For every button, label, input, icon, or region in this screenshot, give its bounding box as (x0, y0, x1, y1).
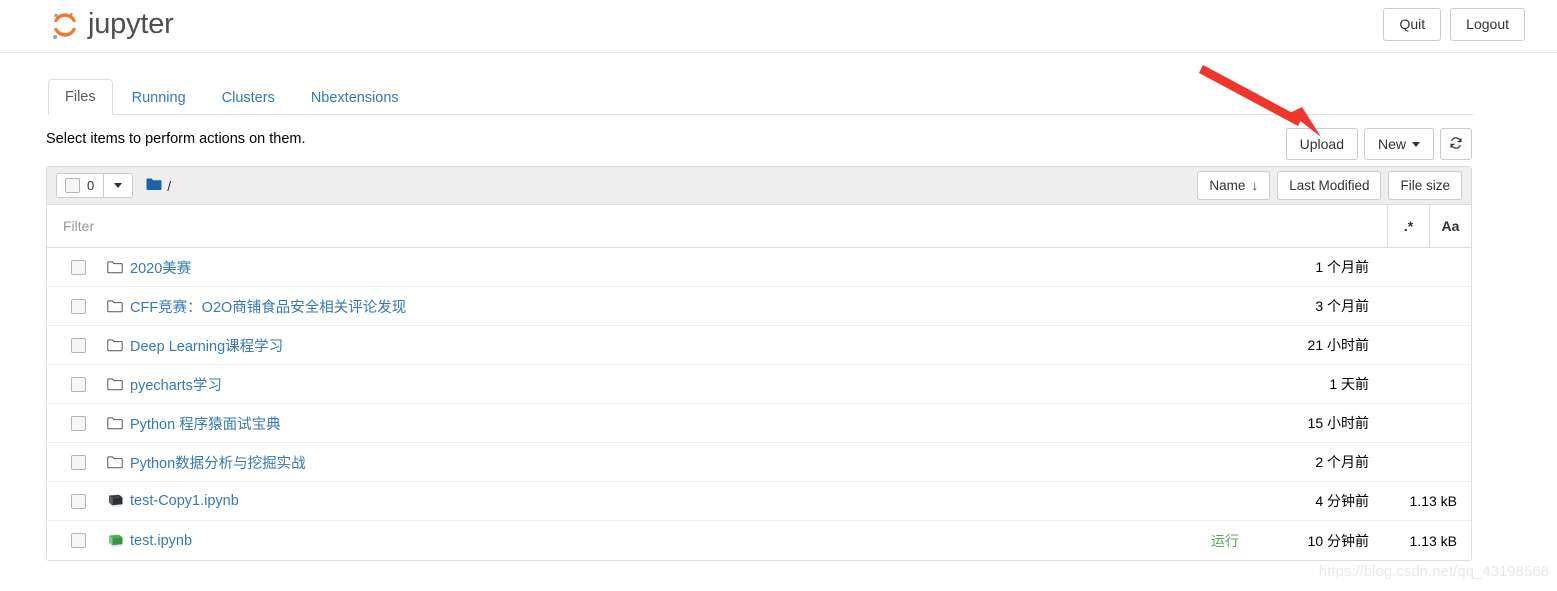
tab-clusters[interactable]: Clusters (205, 80, 292, 115)
new-button[interactable]: New (1363, 128, 1434, 161)
modified-time: 15 小时前 (1307, 415, 1369, 431)
file-name-link[interactable]: test-Copy1.ipynb (130, 493, 239, 509)
selected-count: 0 (87, 178, 95, 193)
sort-by-file-size-button[interactable]: File size (1388, 170, 1462, 201)
filter-row: .* Aa (47, 205, 1471, 248)
row-checkbox[interactable] (71, 493, 86, 509)
jupyter-logo-text: jupyter (88, 8, 174, 40)
row-checkbox[interactable] (71, 415, 86, 431)
jupyter-logo[interactable]: jupyter (48, 4, 174, 48)
jupyter-logo-icon (48, 9, 82, 43)
running-status: 运行 (1211, 532, 1239, 549)
table-row[interactable]: CFF竞赛：O2O商铺食品安全相关评论发现 3 个月前 (47, 287, 1471, 326)
logout-button[interactable]: Logout (1450, 8, 1525, 42)
tab-files[interactable]: Files (48, 78, 113, 115)
table-row[interactable]: Python数据分析与挖掘实战 2 个月前 (47, 443, 1471, 482)
table-row[interactable]: test-Copy1.ipynb 4 分钟前 1.13 kB (47, 482, 1471, 521)
row-checkbox[interactable] (71, 454, 86, 470)
folder-outline-icon (106, 455, 124, 469)
upload-button[interactable]: Upload (1285, 128, 1358, 161)
tab-running[interactable]: Running (115, 80, 203, 115)
modified-time: 4 分钟前 (1315, 493, 1369, 509)
file-name-link[interactable]: CFF竞赛：O2O商铺食品安全相关评论发现 (130, 296, 406, 317)
select-all-checkbox[interactable] (65, 178, 80, 193)
row-checkbox[interactable] (71, 259, 86, 275)
tab-bar: Files Running Clusters Nbextensions (48, 78, 1473, 115)
file-list-toolbar: 0 / Name ↓ Last Modified File size (47, 167, 1471, 205)
watermark: https://blog.csdn.net/qq_43198568 (1318, 563, 1549, 580)
row-checkbox[interactable] (71, 376, 86, 392)
file-size: 1.13 kB (1409, 532, 1457, 549)
refresh-button[interactable] (1440, 128, 1472, 161)
filter-case-toggle[interactable]: Aa (1429, 205, 1471, 247)
table-row[interactable]: Deep Learning课程学习 21 小时前 (47, 326, 1471, 365)
notebook-running-icon (106, 534, 124, 548)
select-all-group: 0 (56, 173, 134, 198)
modified-time: 3 个月前 (1315, 298, 1369, 314)
sort-button-group: Name ↓ Last Modified File size (1197, 170, 1462, 201)
file-size: 1.13 kB (1409, 493, 1457, 509)
select-dropdown-button[interactable] (104, 173, 134, 198)
file-name-link[interactable]: test.ipynb (130, 533, 192, 549)
file-name-link[interactable]: 2020美赛 (130, 257, 191, 278)
breadcrumb-root[interactable]: / (167, 178, 171, 194)
new-button-label: New (1377, 136, 1406, 152)
folder-outline-icon (106, 377, 124, 391)
tab-nbextensions[interactable]: Nbextensions (294, 80, 416, 115)
folder-outline-icon (106, 416, 124, 430)
arrow-down-icon: ↓ (1251, 177, 1259, 193)
folder-outline-icon (106, 338, 124, 352)
modified-time: 1 天前 (1329, 376, 1369, 392)
modified-time: 10 分钟前 (1307, 532, 1369, 549)
file-name-link[interactable]: Python 程序猿面试宝典 (130, 413, 281, 434)
action-button-group: Upload New (1280, 128, 1472, 161)
modified-time: 2 个月前 (1315, 454, 1369, 470)
notebook-icon (106, 494, 124, 508)
sort-by-last-modified-button[interactable]: Last Modified (1277, 170, 1382, 201)
modified-time: 1 个月前 (1315, 259, 1369, 275)
table-row[interactable]: 2020美赛 1 个月前 (47, 248, 1471, 287)
modified-time: 21 小时前 (1307, 337, 1369, 353)
select-all-checkbox-button[interactable]: 0 (56, 173, 105, 198)
sort-by-name-button[interactable]: Name ↓ (1197, 170, 1271, 201)
select-items-notice: Select items to perform actions on them. (46, 131, 306, 147)
page-header: jupyter Quit Logout (0, 0, 1557, 53)
sort-name-label: Name (1209, 177, 1246, 193)
chevron-down-icon (1412, 141, 1420, 147)
table-row[interactable]: Python 程序猿面试宝典 15 小时前 (47, 404, 1471, 443)
row-checkbox[interactable] (71, 533, 86, 548)
row-checkbox[interactable] (71, 337, 86, 353)
folder-icon (146, 178, 162, 194)
file-name-link[interactable]: Python数据分析与挖掘实战 (130, 452, 306, 473)
folder-outline-icon (106, 299, 124, 313)
filter-regex-toggle[interactable]: .* (1387, 205, 1429, 247)
quit-button[interactable]: Quit (1383, 8, 1442, 42)
file-list-panel: 0 / Name ↓ Last Modified File size . (46, 166, 1472, 561)
file-name-link[interactable]: Deep Learning课程学习 (130, 335, 283, 356)
row-checkbox[interactable] (71, 298, 86, 314)
breadcrumb[interactable]: / (146, 178, 171, 194)
folder-outline-icon (106, 260, 124, 274)
header-button-group: Quit Logout (1383, 8, 1525, 42)
chevron-down-icon (114, 183, 123, 188)
file-name-link[interactable]: pyecharts学习 (130, 374, 222, 395)
table-row[interactable]: pyecharts学习 1 天前 (47, 365, 1471, 404)
table-row[interactable]: test.ipynb 运行 10 分钟前 1.13 kB (47, 521, 1471, 560)
refresh-icon (1449, 136, 1463, 153)
filter-input[interactable] (47, 205, 1387, 247)
